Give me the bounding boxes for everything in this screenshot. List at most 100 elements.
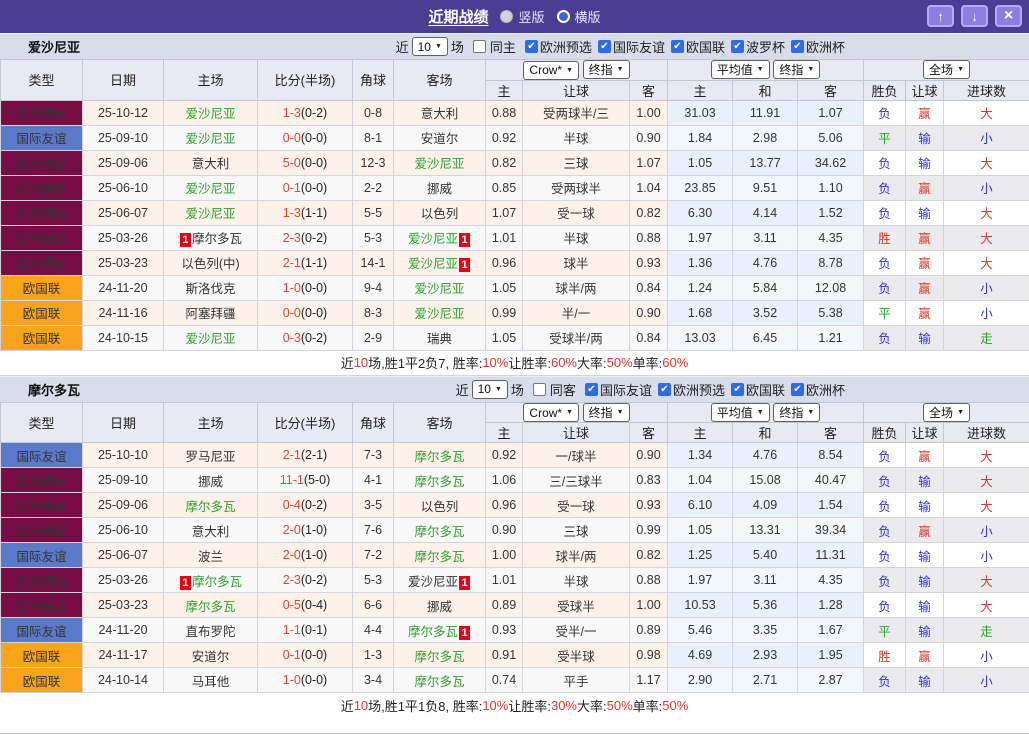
bookmaker-select[interactable]: Crow*▼ bbox=[523, 403, 579, 422]
result-cell: 负 bbox=[864, 668, 906, 693]
column-header-home: 主场 bbox=[164, 402, 258, 443]
avg-away-cell: 34.62 bbox=[798, 150, 864, 175]
league-filter-item[interactable]: ✔国际友谊 bbox=[579, 380, 652, 399]
final-odds-select[interactable]: 终指▼ bbox=[583, 403, 630, 422]
avg-away-cell: 11.31 bbox=[798, 543, 864, 568]
close-icon: × bbox=[1004, 8, 1013, 24]
league-filter-checkbox[interactable]: ✔ bbox=[658, 383, 671, 396]
average-select[interactable]: 平均值▼ bbox=[711, 403, 770, 422]
league-filter-item[interactable]: ✔欧洲杯 bbox=[785, 380, 845, 399]
matches-table: 类型 日期 主场 比分(半场) 角球 客场 Crow*▼ 终指▼ 平均值▼ 终指… bbox=[0, 59, 1029, 351]
corner-cell: 3-4 bbox=[353, 668, 394, 693]
recent-count-select[interactable]: 10 ▼ bbox=[412, 37, 448, 56]
league-filter-checkbox[interactable]: ✔ bbox=[731, 383, 744, 396]
move-down-button[interactable]: ↓ bbox=[961, 5, 988, 27]
date-cell: 24-10-15 bbox=[83, 325, 164, 350]
handicap-cell: 三/三球半 bbox=[523, 468, 630, 493]
score-cell: 11-1(5-0) bbox=[258, 468, 353, 493]
league-filter-checkbox[interactable]: ✔ bbox=[731, 40, 744, 53]
column-header-score: 比分(半场) bbox=[258, 60, 353, 101]
goals-result-cell: 小 bbox=[944, 543, 1029, 568]
home-team-cell: 摩尔多瓦 bbox=[164, 493, 258, 518]
league-filter-checkbox[interactable]: ✔ bbox=[598, 40, 611, 53]
score-cell: 0-1(0-0) bbox=[258, 643, 353, 668]
layout-radio-vertical[interactable]: 竖版 bbox=[500, 7, 544, 26]
corner-cell: 14-1 bbox=[353, 250, 394, 275]
home-team-cell: 斯洛伐克 bbox=[164, 275, 258, 300]
avg-draw-cell: 3.35 bbox=[733, 618, 798, 643]
team-section-bar: 摩尔多瓦 近 10 ▼ 场 同客 ✔国际友谊✔欧洲预选✔欧国联✔欧洲杯 bbox=[0, 376, 1029, 402]
radio-checked-icon[interactable] bbox=[557, 10, 570, 23]
half-time-score: (0-2) bbox=[301, 231, 327, 245]
final-odds-value: 终指 bbox=[589, 61, 613, 78]
team-name: 挪威 bbox=[427, 600, 452, 614]
radio-vertical-label: 竖版 bbox=[518, 7, 544, 26]
avg-home-cell: 2.90 bbox=[668, 668, 733, 693]
avg-away-cell: 1.28 bbox=[798, 593, 864, 618]
team-name: 摩尔多瓦 bbox=[185, 600, 235, 614]
average-odds-group: 平均值▼ 终指▼ bbox=[668, 60, 864, 81]
league-filter-item[interactable]: ✔欧洲预选 bbox=[652, 380, 725, 399]
home-odds-cell: 0.82 bbox=[486, 150, 523, 175]
handicap-cell: 受两球半/三 bbox=[523, 100, 630, 125]
team-name: 以色列 bbox=[421, 500, 459, 514]
home-odds-cell: 0.90 bbox=[486, 518, 523, 543]
match-row: 国际友谊25-10-10罗马尼亚2-1(2-1)7-3摩尔多瓦0.92一/球半0… bbox=[1, 443, 1029, 468]
handicap-result-cell: 赢 bbox=[906, 250, 944, 275]
league-filter-label: 欧国联 bbox=[686, 37, 725, 56]
same-venue-checkbox[interactable] bbox=[533, 383, 546, 396]
final-odds-select[interactable]: 终指▼ bbox=[583, 60, 630, 79]
fulltime-select[interactable]: 全场▼ bbox=[923, 403, 970, 422]
league-filter-checkbox[interactable]: ✔ bbox=[525, 40, 538, 53]
league-filter-checkbox[interactable]: ✔ bbox=[791, 383, 804, 396]
team-name: 爱沙尼亚 bbox=[414, 307, 464, 321]
type-cell: 欧洲预选 bbox=[1, 568, 83, 593]
league-filter-item[interactable]: ✔国际友谊 bbox=[592, 37, 665, 56]
match-row: 欧国联24-10-15爱沙尼亚0-3(0-2)2-9瑞典1.05受球半/两0.8… bbox=[1, 325, 1029, 350]
fulltime-select[interactable]: 全场▼ bbox=[923, 60, 970, 79]
avg-home-cell: 1.97 bbox=[668, 568, 733, 593]
league-filter-checkbox[interactable]: ✔ bbox=[671, 40, 684, 53]
avg-draw-cell: 3.11 bbox=[733, 225, 798, 250]
summary-segment: 50% bbox=[607, 698, 633, 713]
home-odds-cell: 1.01 bbox=[486, 225, 523, 250]
corner-cell: 1-3 bbox=[353, 643, 394, 668]
column-header-goals: 进球数 bbox=[944, 80, 1029, 100]
half-time-score: (1-0) bbox=[301, 523, 327, 537]
final-odds-select[interactable]: 终指▼ bbox=[773, 403, 820, 422]
home-team-cell: 爱沙尼亚 bbox=[164, 325, 258, 350]
move-up-button[interactable]: ↑ bbox=[927, 5, 954, 27]
league-filter-item[interactable]: ✔欧国联 bbox=[665, 37, 725, 56]
type-cell: 欧洲预选 bbox=[1, 175, 83, 200]
chevron-down-icon: ▼ bbox=[957, 66, 964, 73]
layout-radio-horizontal[interactable]: 横版 bbox=[557, 7, 601, 26]
date-cell: 25-09-10 bbox=[83, 125, 164, 150]
close-button[interactable]: × bbox=[995, 5, 1022, 27]
radio-unchecked-icon[interactable] bbox=[500, 10, 513, 23]
league-filter-item[interactable]: ✔欧洲杯 bbox=[785, 37, 845, 56]
league-filter-item[interactable]: ✔欧国联 bbox=[725, 380, 785, 399]
result-cell: 负 bbox=[864, 443, 906, 468]
avg-home-cell: 1.05 bbox=[668, 518, 733, 543]
league-filter-item[interactable]: ✔欧洲预选 bbox=[519, 37, 592, 56]
league-filter-checkbox[interactable]: ✔ bbox=[585, 383, 598, 396]
result-cell: 负 bbox=[864, 568, 906, 593]
recent-count-select[interactable]: 10 ▼ bbox=[472, 380, 508, 399]
same-venue-checkbox[interactable] bbox=[473, 40, 486, 53]
corner-cell: 8-3 bbox=[353, 300, 394, 325]
average-select[interactable]: 平均值▼ bbox=[711, 60, 770, 79]
bookmaker-select[interactable]: Crow*▼ bbox=[523, 61, 579, 80]
column-header-type: 类型 bbox=[1, 402, 83, 443]
league-filter-item[interactable]: ✔波罗杯 bbox=[725, 37, 785, 56]
league-filter-checkbox[interactable]: ✔ bbox=[791, 40, 804, 53]
avg-draw-cell: 2.93 bbox=[733, 643, 798, 668]
type-cell: 国际友谊 bbox=[1, 618, 83, 643]
team-name: 爱沙尼亚 bbox=[408, 232, 458, 246]
summary-line: 近10场,胜1平2负7, 胜率:10% 让胜率:60% 大率:50% 单率:60… bbox=[0, 351, 1029, 376]
corner-cell: 4-1 bbox=[353, 468, 394, 493]
column-header-odd-home: 主 bbox=[486, 423, 523, 443]
final-odds-select[interactable]: 终指▼ bbox=[773, 60, 820, 79]
away-odds-cell: 0.93 bbox=[630, 250, 668, 275]
handicap-result-cell: 赢 bbox=[906, 518, 944, 543]
home-team-cell: 摩尔多瓦 bbox=[164, 593, 258, 618]
